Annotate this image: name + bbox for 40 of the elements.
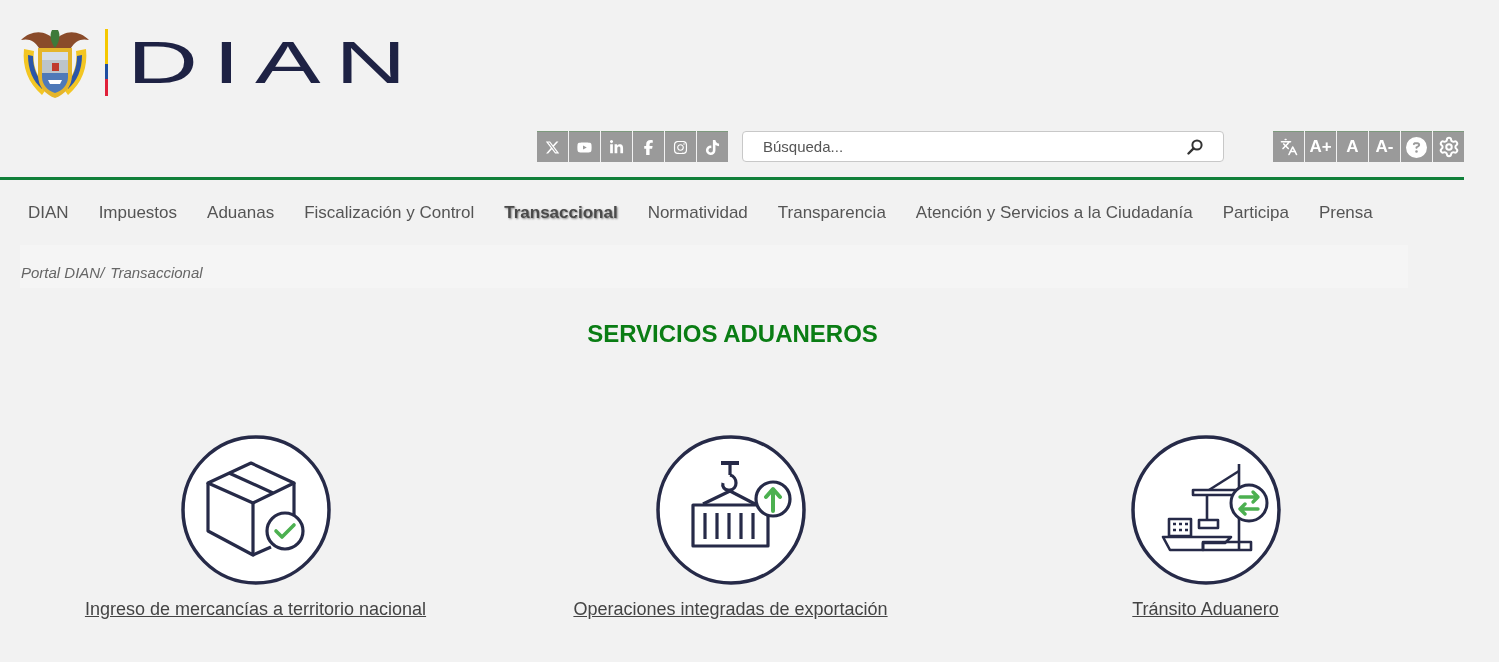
service-link[interactable]: Operaciones integradas de exportación <box>573 597 888 621</box>
facebook-icon <box>641 139 656 155</box>
social-link[interactable] <box>601 131 632 162</box>
translate-icon <box>1279 138 1298 156</box>
x-icon <box>545 139 560 155</box>
search-icon[interactable] <box>1187 139 1203 155</box>
social-link[interactable] <box>537 131 568 162</box>
nav-link[interactable]: Transparencia <box>777 202 886 223</box>
nav-link[interactable]: Impuestos <box>98 202 178 223</box>
breadcrumb-link[interactable]: Portal DIAN/ <box>21 264 105 282</box>
breadcrumb-current: Transaccional <box>110 264 203 282</box>
nav-link[interactable]: Fiscalización y Control <box>304 202 475 223</box>
help-button[interactable] <box>1401 131 1432 162</box>
ship-crane-exchange-icon[interactable] <box>1130 435 1281 585</box>
social-link[interactable] <box>569 131 600 162</box>
box-check-icon[interactable] <box>180 435 331 585</box>
tiktok-icon <box>705 139 720 155</box>
help-icon <box>1406 136 1427 158</box>
nav-link[interactable]: Aduanas <box>207 202 275 223</box>
translate-button[interactable] <box>1273 131 1304 162</box>
nav-link[interactable]: Transaccional <box>504 202 618 223</box>
container-hook-upload-icon[interactable] <box>655 435 806 585</box>
nav-link[interactable]: DIAN <box>28 202 69 223</box>
settings-button[interactable] <box>1433 131 1464 162</box>
social-link[interactable] <box>697 131 728 162</box>
nav-link[interactable]: Normatividad <box>647 202 748 223</box>
social-link[interactable] <box>665 131 696 162</box>
flag-stripe-icon <box>105 29 108 96</box>
nav-link[interactable]: Atención y Servicios a la Ciudadanía <box>915 202 1193 223</box>
instagram-icon <box>673 139 688 155</box>
service-link[interactable]: Ingreso de mercancías a territorio nacional <box>84 597 427 621</box>
nav-link[interactable]: Participa <box>1222 202 1289 223</box>
section-title: SERVICIOS ADUANEROS <box>586 319 879 349</box>
linkedin-icon <box>609 139 624 155</box>
search-field[interactable]: Búsqueda... <box>742 131 1224 162</box>
service-link[interactable]: Tránsito Aduanero <box>1132 597 1279 621</box>
logo-wordmark: DIAN <box>127 32 422 93</box>
social-link[interactable] <box>633 131 664 162</box>
nav-link[interactable]: Prensa <box>1318 202 1373 223</box>
settings-icon <box>1437 136 1460 158</box>
